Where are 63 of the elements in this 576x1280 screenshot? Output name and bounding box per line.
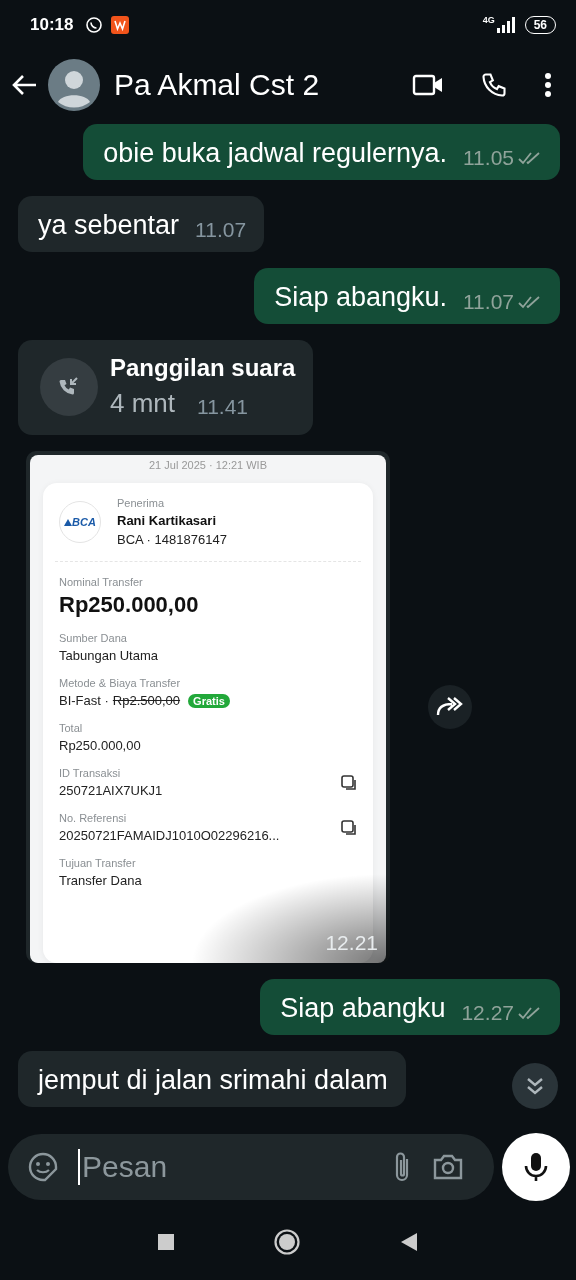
phone-icon[interactable]: [480, 71, 508, 99]
field-label: Metode & Biaya Transfer: [59, 677, 182, 689]
field-value: 20250721FAMAIDJ1010O02296216...: [59, 828, 280, 843]
field-label: Sumber Dana: [59, 632, 128, 644]
message-time: 11.41: [197, 395, 249, 419]
back-arrow-icon[interactable]: [10, 73, 38, 97]
copy-icon: [341, 819, 357, 836]
sent-message-bubble[interactable]: obie buka jadwal regulernya. 11.05: [83, 124, 560, 180]
field-value: Transfer Dana: [59, 873, 142, 888]
sent-message-bubble[interactable]: Siap abangku. 11.07: [254, 268, 560, 324]
message-time: 11.05: [463, 146, 514, 170]
incoming-call-icon: [40, 357, 98, 416]
field-label: Tujuan Transfer: [59, 857, 137, 869]
field-value: Tabungan Utama: [59, 648, 158, 663]
camera-icon[interactable]: [432, 1153, 464, 1181]
menu-icon[interactable]: [544, 72, 552, 98]
receipt-date: 21 Jul 2025 · 12:21 WIB: [149, 459, 267, 471]
message-text: Siap abangku.: [274, 281, 447, 314]
message-text: obie buka jadwal regulernya.: [103, 137, 447, 170]
field-value: 250721AIX7UKJ1: [59, 783, 163, 798]
microphone-button-icon[interactable]: [502, 1133, 570, 1201]
video-call-icon[interactable]: [412, 73, 444, 97]
account-number: BCA · 1481876147: [117, 532, 227, 547]
avatar-icon[interactable]: [48, 59, 100, 111]
sent-message-bubble[interactable]: Siap abangku 12.27: [260, 979, 560, 1035]
field-label: ID Transaksi: [59, 767, 122, 779]
clock-time: 10:18: [30, 15, 74, 35]
copy-icon: [341, 774, 357, 791]
field-label: Total: [59, 722, 84, 734]
home-button[interactable]: [274, 1229, 300, 1255]
message-text: Siap abangku: [280, 992, 446, 1025]
call-duration: 4 mnt: [110, 388, 176, 419]
field-value: BI-Fast ·: [59, 693, 109, 708]
message-field[interactable]: Pesan: [8, 1134, 494, 1200]
message-time: 12.21: [325, 931, 378, 955]
field-label: Penerima: [117, 497, 166, 509]
message-text: ya sebentar: [38, 209, 180, 242]
fee-amount: Rp2.500,00: [112, 693, 181, 708]
field-label: No. Referensi: [59, 812, 128, 824]
call-title: Panggilan suara: [110, 354, 296, 382]
field-label: Nominal Transfer: [59, 576, 144, 588]
forward-icon[interactable]: [428, 685, 472, 729]
contact-name[interactable]: Pa Akmal Cst 2: [114, 68, 376, 102]
network-type: 4G: [482, 15, 495, 25]
image-message[interactable]: [26, 451, 390, 963]
chat-app-icon: [85, 16, 104, 34]
received-message-bubble[interactable]: ya sebentar 11.07: [18, 196, 265, 252]
message-time: 11.07: [195, 218, 247, 242]
sticker-icon[interactable]: [28, 1152, 58, 1182]
app-notification-icon: [111, 16, 130, 34]
recipient-name: Rani Kartikasari: [117, 513, 217, 528]
free-badge: Gratis: [188, 693, 230, 708]
transfer-amount: Rp250.000,00: [59, 592, 199, 618]
signal-icon: [496, 17, 517, 33]
message-time: 11.07: [463, 290, 514, 314]
field-value: Rp250.000,00: [59, 738, 141, 753]
message-time: 12.27: [461, 1001, 514, 1025]
back-button[interactable]: [400, 1232, 418, 1252]
scroll-down-icon[interactable]: [512, 1063, 558, 1109]
call-bubble[interactable]: Panggilan suara 4 mnt 11.41: [18, 340, 314, 435]
received-message-bubble[interactable]: jemput di jalan srimahi dalam: [18, 1051, 406, 1107]
message-input[interactable]: Pesan: [80, 1149, 372, 1185]
message-text: jemput di jalan srimahi dalam: [38, 1064, 388, 1097]
